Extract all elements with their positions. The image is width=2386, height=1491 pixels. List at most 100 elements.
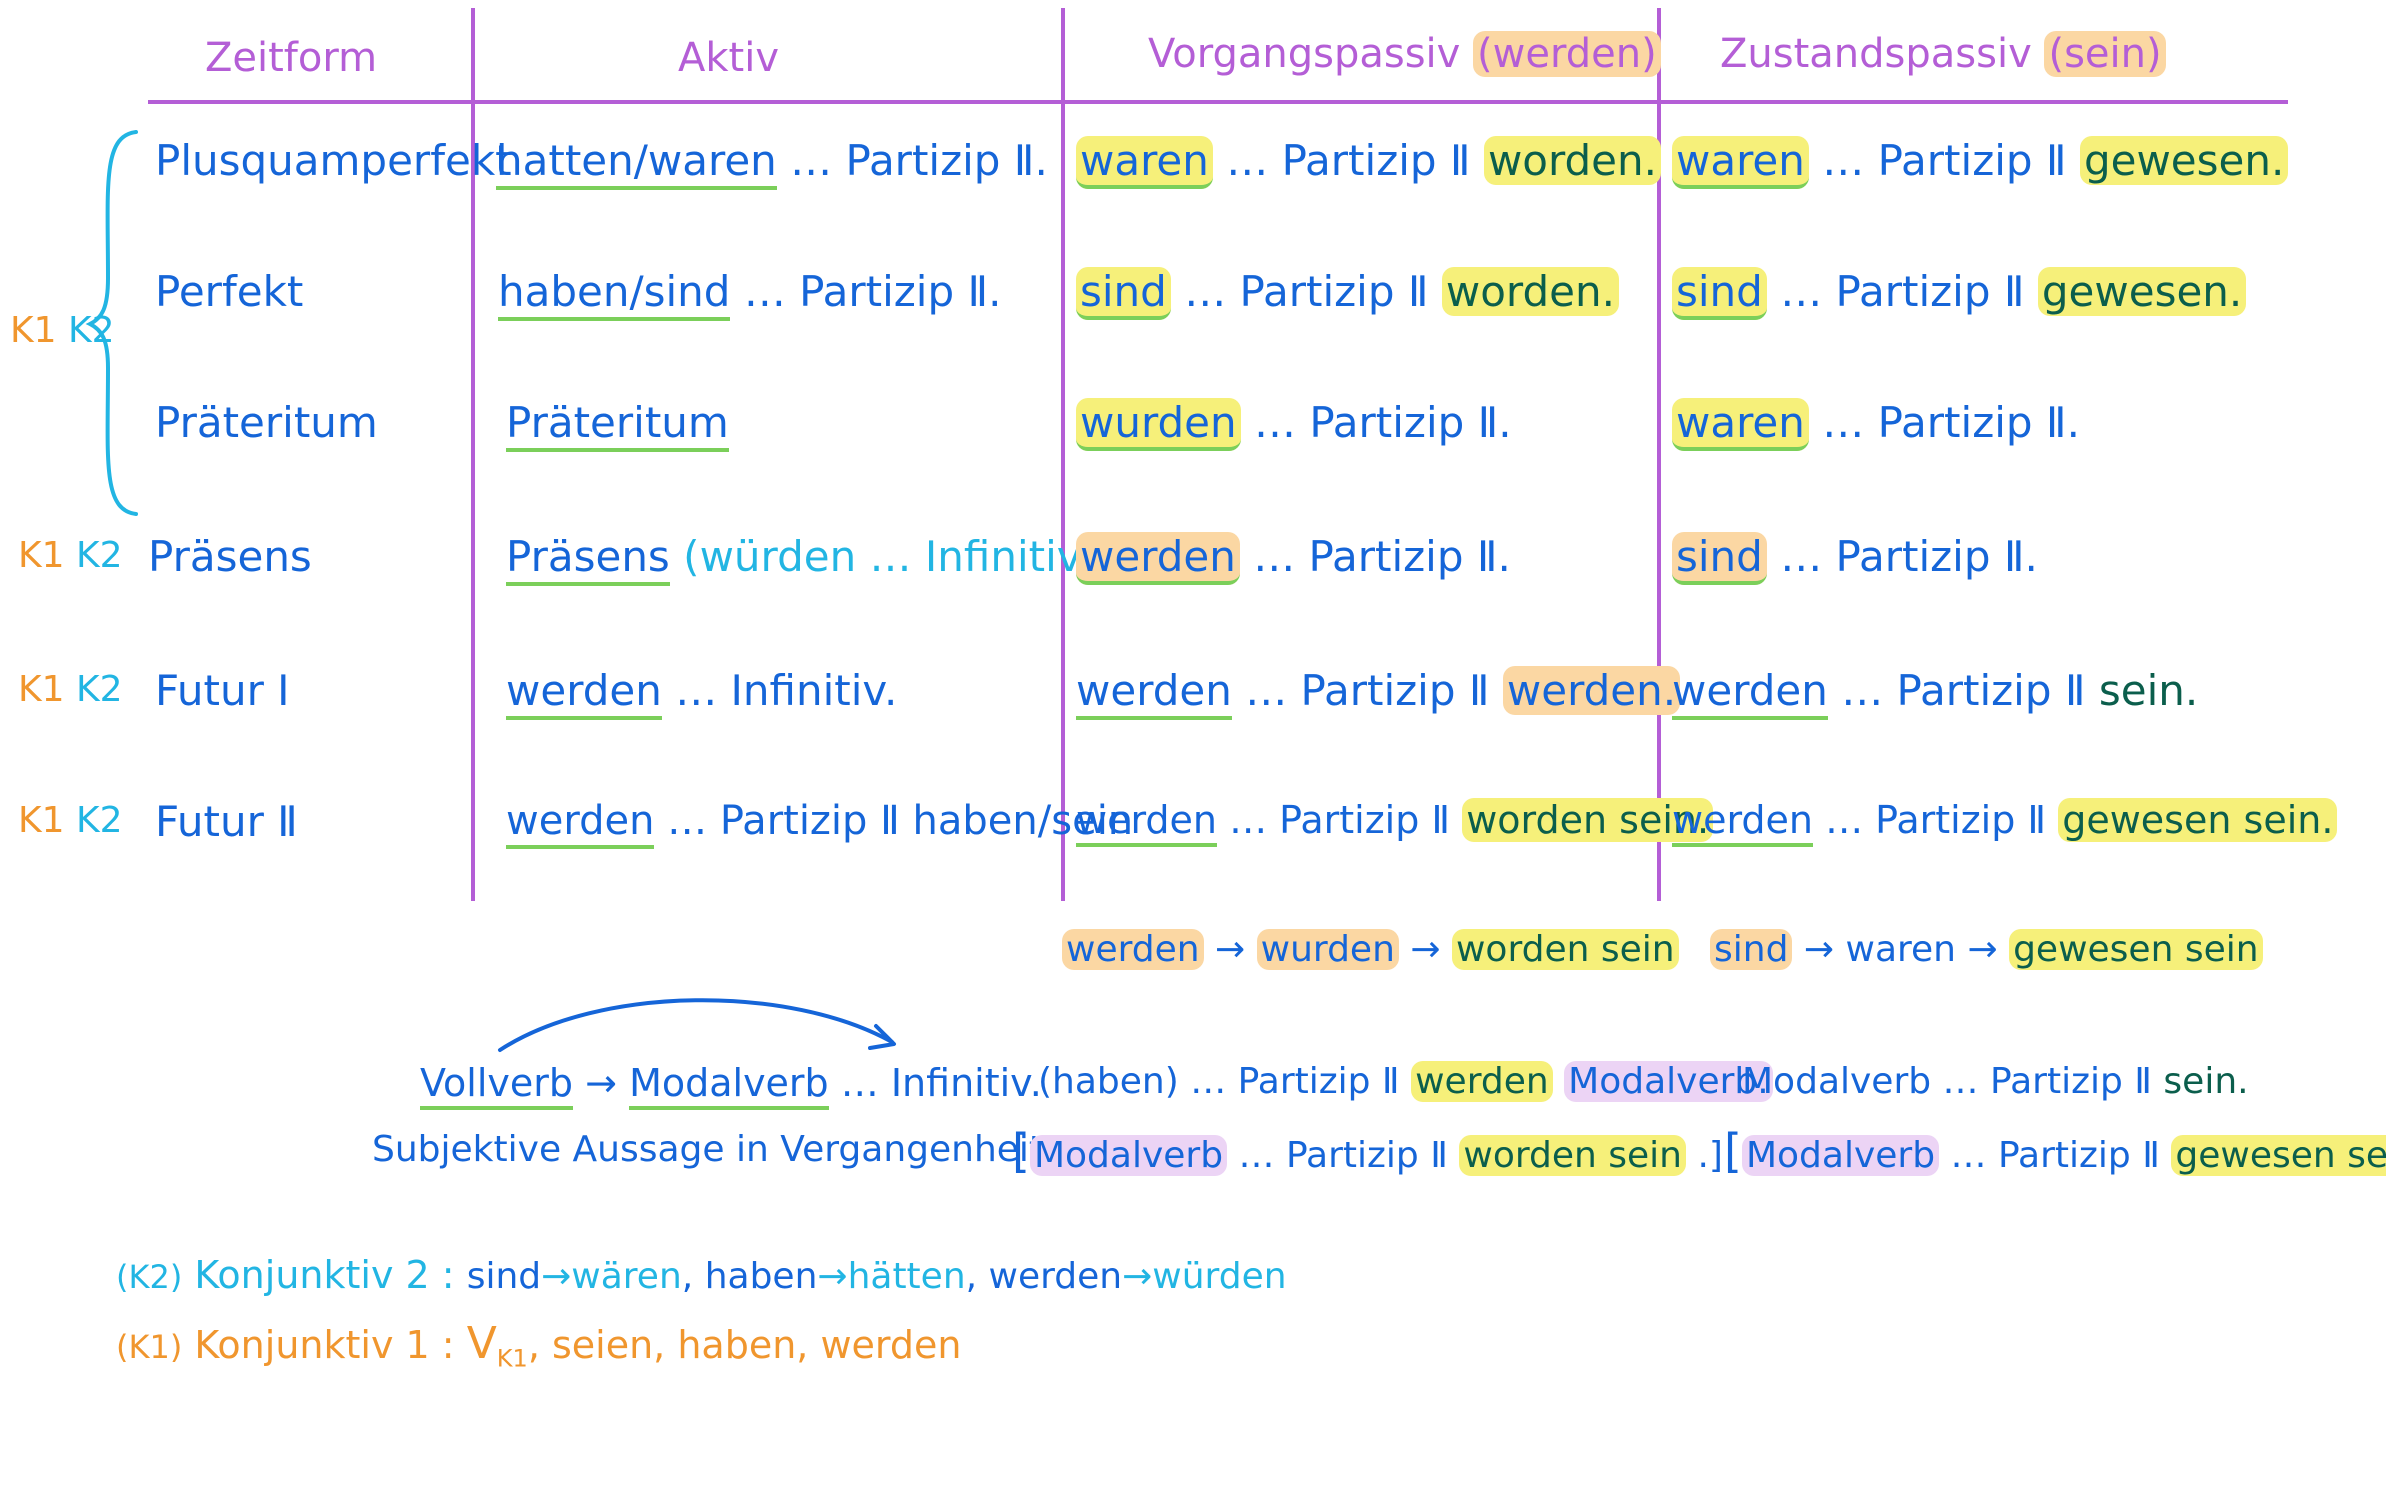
row-6-k-label: K1 K2 (18, 803, 122, 839)
legend-k2-arrow: → (1122, 1256, 1153, 1297)
zustand-aux: waren (1672, 136, 1809, 189)
vorgang-perfekt: sind … Partizip Ⅱ worden. (1076, 267, 1619, 320)
zustand-aux: waren (1672, 398, 1809, 451)
vorgang-rest: … Partizip Ⅱ (1231, 666, 1503, 715)
aktiv-rest: … Partizip Ⅱ. (730, 267, 1002, 316)
bracket-open: [ (1724, 1124, 1742, 1178)
legend-k1-vsub: K1 (496, 1344, 528, 1373)
chain-item: wurden (1256, 929, 1399, 970)
vorgang-aux: werden (1076, 666, 1232, 720)
zustand-final: gewesen sein. (2058, 798, 2338, 842)
legend-k2-sep: , (681, 1256, 694, 1297)
zustand-rest: … Partizip Ⅱ (1827, 666, 2099, 715)
tense-plusquamperfekt: Plusquamperfekt (155, 136, 512, 185)
row-5-k-label: K1 K2 (18, 672, 122, 708)
zustand-final: gewesen. (2037, 267, 2247, 316)
group-k1-label: K1 (10, 310, 57, 351)
chain-item: waren (1845, 929, 1956, 970)
header-vorgangspassiv: Vorgangspassiv (werden) (1148, 31, 1661, 77)
legend-k2: (K2) Konjunktiv 2 : sind→wären, haben→hä… (116, 1256, 1287, 1295)
zustand-final: gewesen. (2079, 136, 2289, 185)
tense-perfekt: Perfekt (155, 267, 304, 316)
tense-praeteritum: Präteritum (155, 398, 378, 447)
legend-k2-item: haben (704, 1256, 818, 1297)
modal-zustand-modalverb: Modalverb (1741, 1135, 1940, 1176)
zustand-rest: … Partizip Ⅱ (1813, 798, 2059, 842)
modal-arrow: → (585, 1061, 617, 1105)
header-vorgangspassiv-aux: (werden) (1473, 31, 1661, 77)
vorgang-rest: … Partizip Ⅱ (1170, 267, 1442, 316)
zustand-final: sein. (2098, 666, 2199, 715)
legend-k2-name: Konjunktiv 2 : (194, 1253, 455, 1297)
aktiv-aux: haben/sind (498, 267, 731, 321)
modal-zustand-part: … Partizip Ⅱ (1931, 1061, 2164, 1102)
aktiv-rest: … Partizip Ⅱ haben/sein (654, 798, 1134, 844)
row-6-k1: K1 (18, 800, 65, 841)
zustand-aux: sind (1672, 532, 1767, 585)
tense-praesens: Präsens (148, 532, 312, 581)
vorgang-aux: werden (1076, 798, 1217, 847)
vorgang-aux: sind (1076, 267, 1171, 320)
legend-k1-name: Konjunktiv 1 : (194, 1323, 455, 1367)
group-k2-label: K2 (67, 310, 115, 351)
vorgang-futur-1: werden … Partizip Ⅱ werden. (1076, 666, 1681, 720)
zustand-futur-1: werden … Partizip Ⅱ sein. (1672, 666, 2198, 720)
aktiv-aux: werden (506, 798, 655, 849)
modal-vorgang-werden: werden (1411, 1061, 1553, 1102)
aktiv-praesens: Präsens (würden … Infinitiv.) (506, 532, 1108, 586)
bracket-open: [ (1012, 1124, 1030, 1178)
aktiv-plusquamperfekt: hatten/waren … Partizip Ⅱ. (496, 136, 1048, 190)
chain-item: gewesen sein (2009, 929, 2263, 970)
legend-k2-item: hätten (847, 1256, 966, 1297)
zustand-aux: sind (1672, 267, 1767, 320)
header-vorgangspassiv-label: Vorgangspassiv (1148, 31, 1461, 77)
legend-k2-item: würden (1152, 1256, 1287, 1297)
legend-k1-rest: , seien, haben, werden (527, 1323, 962, 1367)
chain-zustand: sind → waren → gewesen sein (1710, 929, 2263, 970)
vorgang-final: worden. (1441, 267, 1619, 316)
modal-modalverb: Modalverb (629, 1061, 829, 1110)
vorgang-rest: … Partizip Ⅱ. (1240, 398, 1512, 447)
chain-item: sind (1710, 929, 1793, 970)
zustand-rest: … Partizip Ⅱ (1766, 267, 2038, 316)
zustand-aux: werden (1672, 666, 1828, 720)
legend-k1-v: V (466, 1318, 497, 1369)
zustand-plusquamperfekt: waren … Partizip Ⅱ gewesen. (1672, 136, 2289, 189)
aktiv-futur-2: werden … Partizip Ⅱ haben/sein (506, 798, 1134, 849)
aktiv-perfekt: haben/sind … Partizip Ⅱ. (498, 267, 1002, 321)
zustand-futur-2: werden … Partizip Ⅱ gewesen sein. (1672, 798, 2338, 847)
modal-vollverb: Vollverb (420, 1061, 574, 1110)
legend-k1-tag: (K1) (116, 1328, 183, 1366)
vorgang-plusquamperfekt: waren … Partizip Ⅱ worden. (1076, 136, 1661, 189)
modal-vorgang-part: (haben) … Partizip Ⅱ (1038, 1061, 1412, 1102)
aktiv-aux: Präsens (506, 532, 670, 586)
modal-zustand-part: … Partizip Ⅱ (1939, 1135, 2172, 1176)
modal-line-2-label: Subjektive Aussage in Vergangenheit (372, 1129, 1044, 1170)
header-zeitform: Zeitform (205, 35, 378, 81)
column-divider-vorgang (1061, 8, 1065, 901)
chain-arrow: → (1803, 929, 1835, 970)
aktiv-praesens-note: (würden … Infinitiv.) (669, 532, 1109, 581)
row-6-k2: K2 (75, 800, 123, 841)
legend-k2-tag: (K2) (116, 1258, 183, 1296)
curved-arrow (498, 998, 896, 1052)
aktiv-rest: … Partizip Ⅱ. (776, 136, 1048, 185)
legend-k1: (K1) Konjunktiv 1 : VK1, seien, haben, w… (116, 1322, 961, 1371)
header-zustandspassiv: Zustandspassiv (sein) (1720, 31, 2166, 77)
modal-vorgang-worden-sein: worden sein (1459, 1135, 1686, 1176)
modal-vorgang-part: … Partizip Ⅱ (1227, 1135, 1460, 1176)
aktiv-rest: … Infinitiv. (661, 666, 898, 715)
modal-rest: … Infinitiv. (828, 1061, 1042, 1105)
chain-arrow: → (1967, 929, 1998, 970)
row-5-k1: K1 (18, 669, 65, 710)
modal-vorgang-modalverb: Modalverb (1029, 1135, 1228, 1176)
chain-item: worden sein (1451, 929, 1679, 970)
legend-k2-item: wären (571, 1256, 682, 1297)
row-4-k-label: K1 K2 (18, 538, 122, 574)
zustand-praesens: sind … Partizip Ⅱ. (1672, 532, 2038, 585)
header-aktiv: Aktiv (678, 35, 779, 81)
vorgang-praesens: werden … Partizip Ⅱ. (1076, 532, 1511, 585)
vorgang-aux: wurden (1076, 398, 1241, 451)
legend-k2-items: sind→wären, haben→hätten, werden→würden (467, 1256, 1287, 1297)
row-4-k2: K2 (75, 535, 123, 576)
